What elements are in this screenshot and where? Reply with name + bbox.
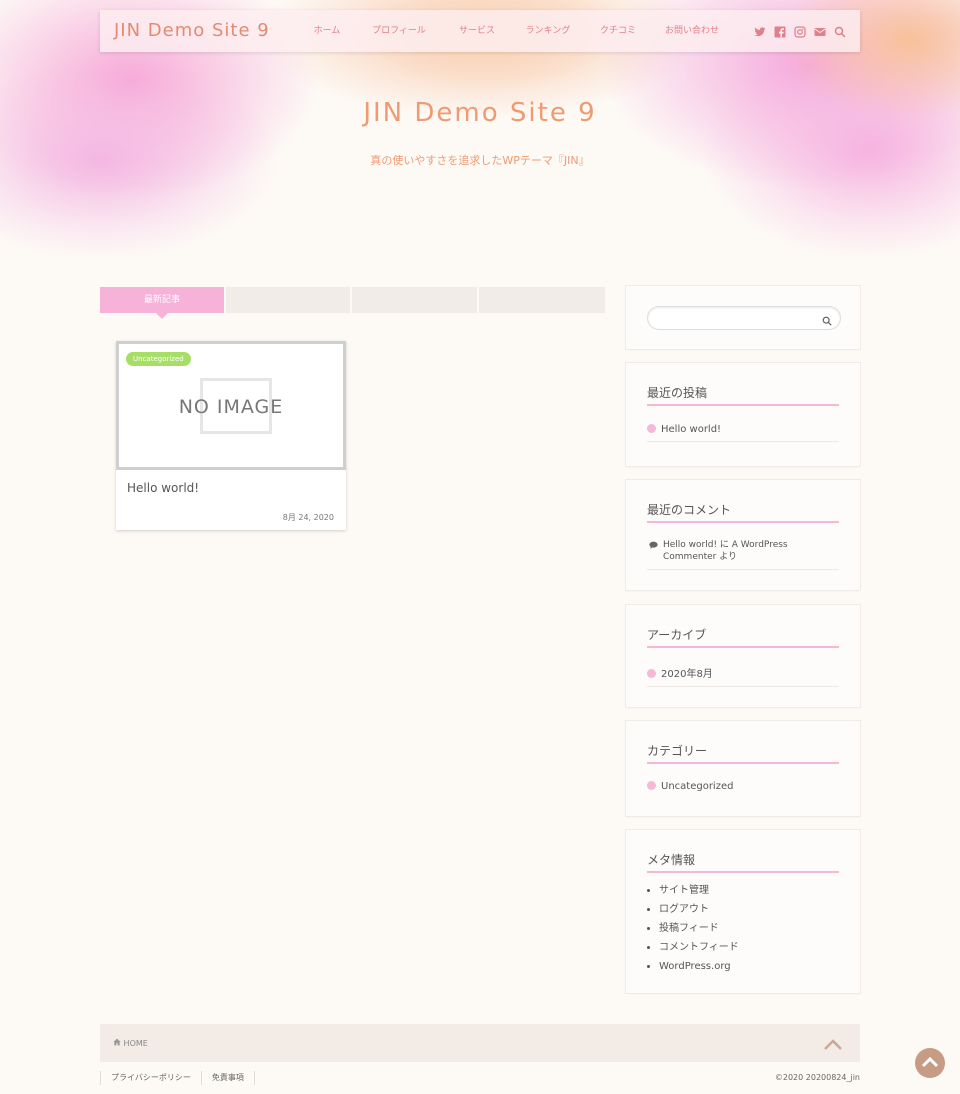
instagram-icon[interactable] xyxy=(794,23,806,38)
tab-2[interactable] xyxy=(226,287,350,313)
tab-latest-posts[interactable]: 最新記事 xyxy=(100,287,224,319)
menu-item-contact[interactable]: お問い合わせ xyxy=(652,10,732,52)
back-to-top-button[interactable] xyxy=(915,1048,945,1078)
recent-comment-item[interactable]: Hello world! に A WordPress Commenter より xyxy=(647,539,839,570)
copyright: ©2020 20200824_jin xyxy=(774,1073,860,1082)
meta-widget: メタ情報 サイト管理 ログアウト 投稿フィード コメントフィード WordPre… xyxy=(626,830,860,993)
footer-link-privacy[interactable]: プライバシーポリシー xyxy=(100,1071,201,1085)
category-widget: カテゴリー Uncategorized xyxy=(626,721,860,816)
chevron-right-icon xyxy=(647,423,656,433)
menu-item-home[interactable]: ホーム xyxy=(298,10,356,52)
site-tagline: 真の使いやすさを追求したWPテーマ『JIN』 xyxy=(370,154,590,167)
footer-link-disclaimer[interactable]: 免責事項 xyxy=(200,1071,255,1085)
recent-posts-widget: 最近の投稿 Hello world! xyxy=(626,363,860,466)
widget-title: 最近のコメント xyxy=(647,501,839,523)
category-item[interactable]: Uncategorized xyxy=(647,780,839,798)
search-widget xyxy=(626,286,860,349)
widget-title: アーカイブ xyxy=(647,626,839,648)
site-logo[interactable]: JIN Demo Site 9 xyxy=(114,20,270,41)
breadcrumb-bar: HOME xyxy=(100,1024,860,1062)
post-date: 8月 24, 2020 xyxy=(282,513,334,522)
tab-4[interactable] xyxy=(479,287,605,313)
breadcrumb[interactable]: HOME xyxy=(113,1038,148,1048)
no-image-label: NO IMAGE xyxy=(178,396,284,418)
mail-icon[interactable] xyxy=(814,23,826,36)
top-navbar: JIN Demo Site 9 ホーム プロフィール サービス ランキング クチ… xyxy=(100,10,860,52)
meta-link-posts-feed[interactable]: 投稿フィード xyxy=(659,919,739,938)
widget-title: 最近の投稿 xyxy=(647,384,839,406)
menu-item-profile[interactable]: プロフィール xyxy=(356,10,442,52)
search-icon[interactable] xyxy=(834,23,846,38)
search-input[interactable] xyxy=(647,306,841,330)
post-card[interactable]: NO IMAGE Uncategorized Hello world! 8月 2… xyxy=(116,341,346,530)
widget-title: メタ情報 xyxy=(647,851,839,873)
comment-icon xyxy=(649,541,658,553)
footer-links: プライバシーポリシー 免責事項 xyxy=(100,1071,255,1085)
post-title[interactable]: Hello world! xyxy=(127,481,199,495)
archive-item[interactable]: 2020年8月 xyxy=(647,665,839,687)
home-icon xyxy=(113,1038,124,1048)
chevron-up-icon xyxy=(921,1056,939,1068)
post-thumbnail[interactable]: NO IMAGE Uncategorized xyxy=(116,341,346,470)
recent-comments-widget: 最近のコメント Hello world! に A WordPress Comme… xyxy=(626,480,860,590)
meta-link-logout[interactable]: ログアウト xyxy=(659,900,739,919)
facebook-icon[interactable] xyxy=(774,23,786,38)
social-icons xyxy=(754,23,846,38)
twitter-icon[interactable] xyxy=(754,23,766,37)
tab-3[interactable] xyxy=(352,287,477,313)
menu-item-reviews[interactable]: クチコミ xyxy=(584,10,652,52)
widget-title: カテゴリー xyxy=(647,742,839,764)
archive-widget: アーカイブ 2020年8月 xyxy=(626,605,860,707)
meta-list: サイト管理 ログアウト 投稿フィード コメントフィード WordPress.or… xyxy=(647,881,739,976)
post-tabs: 最新記事 xyxy=(100,287,607,319)
search-icon[interactable] xyxy=(822,311,834,326)
chevron-right-icon xyxy=(647,780,656,790)
menu-item-ranking[interactable]: ランキング xyxy=(512,10,584,52)
menu-item-service[interactable]: サービス xyxy=(442,10,512,52)
recent-post-item[interactable]: Hello world! xyxy=(647,423,839,442)
chevron-up-icon[interactable] xyxy=(824,1036,842,1050)
meta-link-wordpress-org[interactable]: WordPress.org xyxy=(659,957,739,976)
site-title[interactable]: JIN Demo Site 9 xyxy=(0,98,960,128)
global-menu: ホーム プロフィール サービス ランキング クチコミ お問い合わせ xyxy=(298,10,732,52)
category-badge[interactable]: Uncategorized xyxy=(126,352,191,366)
meta-link-comments-feed[interactable]: コメントフィード xyxy=(659,938,739,957)
meta-link-site-admin[interactable]: サイト管理 xyxy=(659,881,739,900)
chevron-right-icon xyxy=(647,668,656,678)
